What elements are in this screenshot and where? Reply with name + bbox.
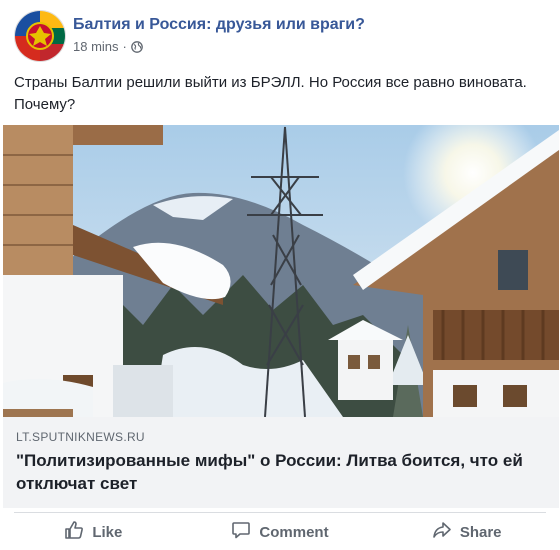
link-preview-box[interactable]: LT.SPUTNIKNEWS.RU "Политизированные мифы… bbox=[3, 417, 559, 508]
comment-icon bbox=[231, 520, 251, 544]
post-meta: 18 mins · bbox=[73, 39, 143, 54]
like-button[interactable]: Like bbox=[0, 514, 187, 550]
page-avatar[interactable] bbox=[14, 10, 66, 62]
divider bbox=[14, 512, 546, 513]
comment-button[interactable]: Comment bbox=[187, 514, 374, 550]
link-domain: LT.SPUTNIKNEWS.RU bbox=[16, 430, 145, 444]
link-preview-image[interactable] bbox=[3, 125, 559, 417]
comment-label: Comment bbox=[259, 523, 329, 541]
globe-icon bbox=[131, 40, 143, 53]
post-actions-bar: Like Comment Share bbox=[0, 514, 560, 550]
link-headline[interactable]: "Политизированные мифы" о России: Литва … bbox=[16, 449, 536, 495]
share-label: Share bbox=[459, 523, 502, 541]
share-button[interactable]: Share bbox=[373, 514, 560, 550]
like-label: Like bbox=[92, 523, 123, 541]
facebook-post: Балтия и Россия: друзья или враги? 18 mi… bbox=[0, 0, 560, 550]
post-time[interactable]: 18 mins bbox=[73, 39, 119, 54]
meta-separator: · bbox=[122, 39, 127, 54]
post-header: Балтия и Россия: друзья или враги? 18 mi… bbox=[14, 10, 544, 62]
page-name-link[interactable]: Балтия и Россия: друзья или враги? bbox=[73, 16, 365, 34]
thumbs-up-icon bbox=[64, 520, 84, 544]
post-text: Страны Балтии решили выйти из БРЭЛЛ. Но … bbox=[14, 74, 527, 113]
share-arrow-icon bbox=[432, 520, 452, 544]
